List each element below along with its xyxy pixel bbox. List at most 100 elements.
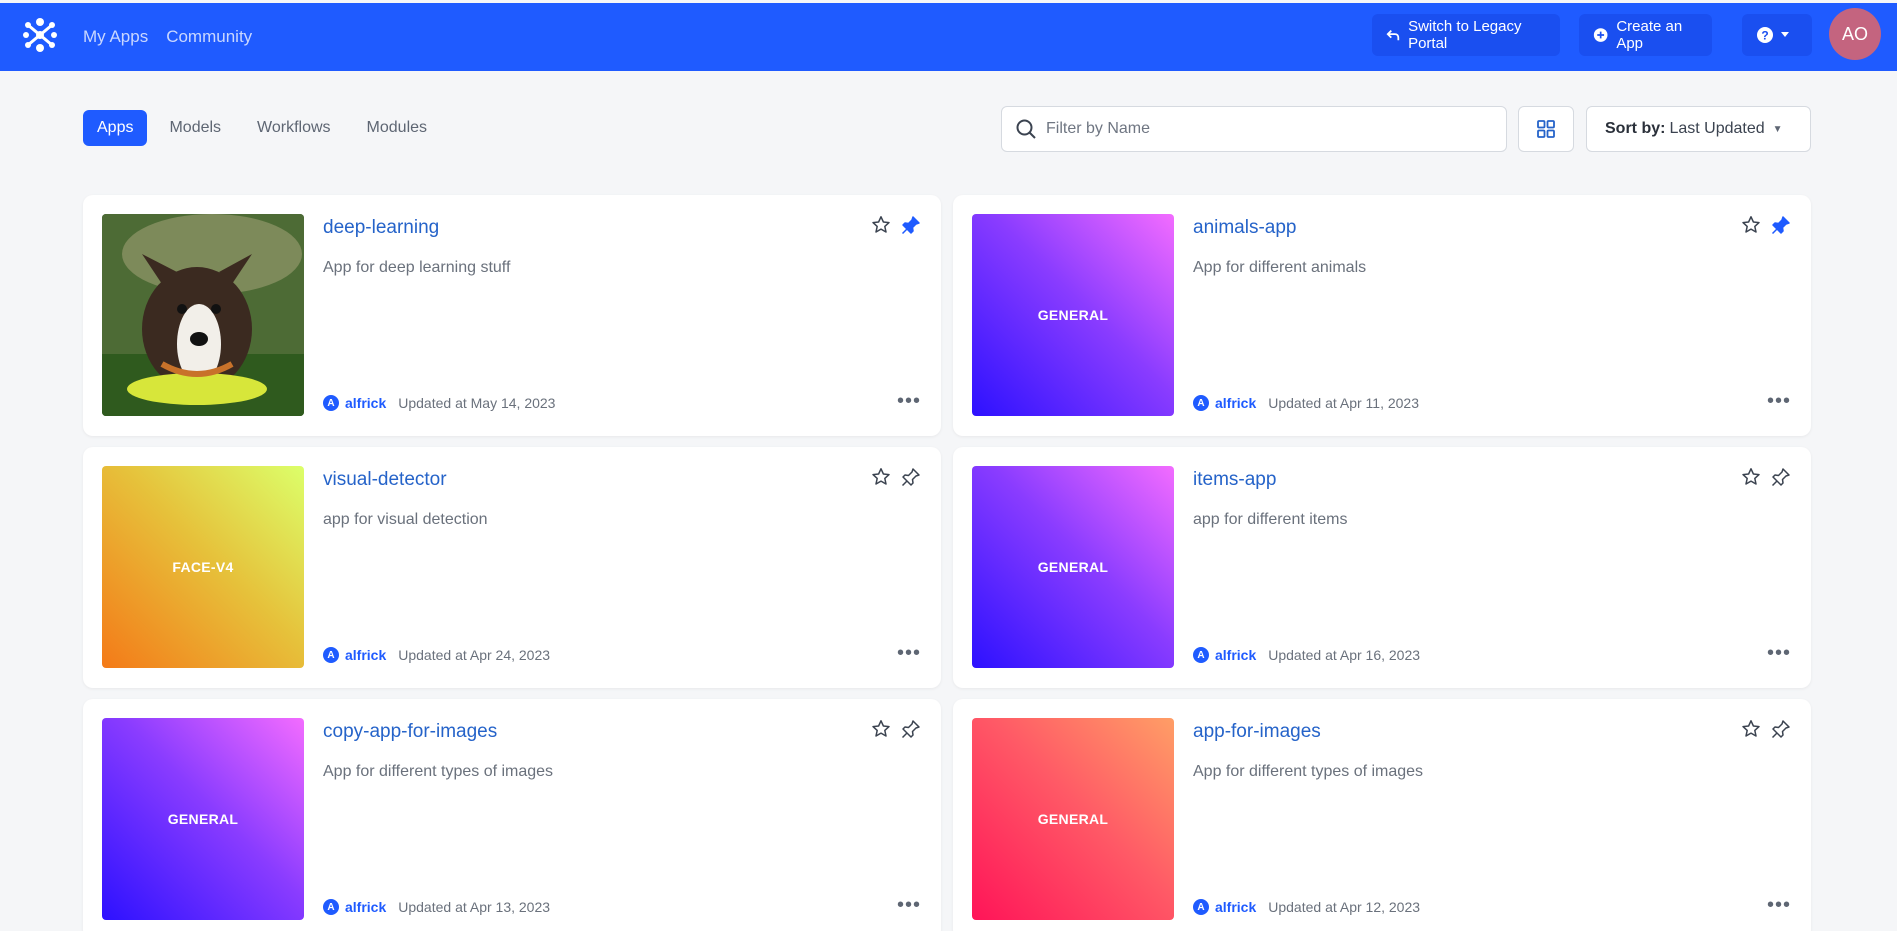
sort-prefix: Sort by: (1605, 120, 1666, 137)
grid-view-icon (1537, 120, 1555, 138)
app-card[interactable]: GENERAL items-app app for different items A… (953, 447, 1811, 688)
svg-text:?: ? (1761, 29, 1768, 43)
top-nav-bar: My Apps Community Switch to Legacy Porta… (0, 3, 1897, 71)
owner-link[interactable]: alfrick (1215, 395, 1256, 411)
thumbnail-label: GENERAL (167, 811, 239, 827)
user-badge-icon: A (323, 395, 339, 411)
app-description: App for deep learning stuff (323, 259, 511, 276)
pin-icon[interactable] (1771, 719, 1791, 739)
user-badge-icon: A (323, 899, 339, 915)
app-description: App for different animals (1193, 259, 1367, 276)
owner-link[interactable]: alfrick (345, 647, 386, 663)
tab-workflows[interactable]: Workflows (243, 110, 345, 146)
owner-link[interactable]: alfrick (345, 899, 386, 915)
updated-date: Updated at Apr 11, 2023 (1268, 395, 1419, 411)
undo-arrow-icon (1386, 29, 1400, 41)
plus-circle-icon (1593, 28, 1608, 42)
app-card[interactable]: GENERAL app-for-images App for different t… (953, 699, 1811, 931)
star-icon[interactable] (871, 215, 891, 235)
nav-community[interactable]: Community (166, 27, 252, 47)
star-icon[interactable] (1741, 215, 1761, 235)
app-meta: Aalfrick Updated at Apr 13, 2023 (323, 899, 550, 915)
question-circle-icon: ? (1757, 27, 1773, 43)
pin-filled-icon[interactable] (1771, 215, 1791, 235)
switch-legacy-label: Switch to Legacy Portal (1408, 18, 1522, 52)
card-actions (871, 215, 921, 235)
more-options-icon[interactable]: ••• (897, 643, 921, 663)
thumbnail-label: GENERAL (1037, 811, 1109, 827)
resource-tabs: Apps Models Workflows Modules (83, 110, 441, 146)
user-badge-icon: A (1193, 647, 1209, 663)
updated-date: Updated at Apr 12, 2023 (1268, 899, 1421, 915)
nav-my-apps[interactable]: My Apps (83, 27, 148, 47)
more-options-icon[interactable]: ••• (1767, 391, 1791, 411)
owner-link[interactable]: alfrick (345, 395, 386, 411)
app-title-link[interactable]: items-app (1193, 469, 1276, 491)
star-icon[interactable] (871, 467, 891, 487)
pin-icon[interactable] (901, 719, 921, 739)
app-card[interactable]: deep-learning App for deep learning stuff… (83, 195, 941, 436)
pin-icon[interactable] (901, 467, 921, 487)
caret-down-icon: ▼ (1772, 123, 1783, 135)
create-app-label: Create an App (1616, 18, 1683, 52)
user-badge-icon: A (1193, 395, 1209, 411)
owner-link[interactable]: alfrick (1215, 899, 1256, 915)
more-options-icon[interactable]: ••• (897, 895, 921, 915)
tab-models[interactable]: Models (155, 110, 235, 146)
app-description: App for different types of images (1193, 763, 1424, 780)
star-icon[interactable] (1741, 719, 1761, 739)
search-icon (1016, 119, 1036, 139)
app-meta: Aalfrick Updated at May 14, 2023 (323, 395, 555, 411)
sort-value: Last Updated (1669, 120, 1765, 137)
more-options-icon[interactable]: ••• (1767, 895, 1791, 915)
app-thumbnail[interactable]: GENERAL (972, 214, 1174, 416)
updated-date: Updated at Apr 24, 2023 (398, 647, 551, 663)
switch-legacy-button[interactable]: Switch to Legacy Portal (1372, 14, 1560, 56)
app-title-link[interactable]: deep-learning (323, 217, 439, 239)
app-meta: Aalfrick Updated at Apr 11, 2023 (1193, 395, 1419, 411)
user-badge-icon: A (1193, 899, 1209, 915)
app-title-link[interactable]: app-for-images (1193, 721, 1321, 743)
user-avatar[interactable]: AO (1829, 8, 1881, 60)
tab-modules[interactable]: Modules (353, 110, 441, 146)
app-title-link[interactable]: animals-app (1193, 217, 1297, 239)
help-menu-button[interactable]: ? (1742, 14, 1812, 56)
filter-search-box (1001, 106, 1507, 152)
user-badge-icon: A (323, 647, 339, 663)
app-title-link[interactable]: visual-detector (323, 469, 447, 491)
top-nav-links: My Apps Community (83, 3, 252, 71)
sort-dropdown[interactable]: Sort by: Last Updated ▼ (1586, 106, 1811, 152)
app-thumbnail[interactable]: GENERAL (972, 466, 1174, 668)
tab-apps[interactable]: Apps (83, 110, 148, 146)
more-options-icon[interactable]: ••• (897, 391, 921, 411)
app-title-link[interactable]: copy-app-for-images (323, 721, 497, 743)
more-options-icon[interactable]: ••• (1767, 643, 1791, 663)
app-description: App for different types of images (323, 763, 554, 780)
app-card[interactable]: FACE-V4 visual-detector app for visual det… (83, 447, 941, 688)
card-actions (871, 467, 921, 487)
create-app-button[interactable]: Create an App (1579, 14, 1712, 56)
card-actions (871, 719, 921, 739)
card-actions (1741, 719, 1791, 739)
app-thumbnail[interactable]: GENERAL (102, 718, 304, 920)
app-thumbnail[interactable]: FACE-V4 (102, 466, 304, 668)
pin-filled-icon[interactable] (901, 215, 921, 235)
app-thumbnail[interactable]: GENERAL (972, 718, 1174, 920)
card-actions (1741, 467, 1791, 487)
app-thumbnail[interactable] (102, 214, 304, 416)
filter-by-name-input[interactable] (1046, 120, 1486, 138)
thumbnail-label: GENERAL (1037, 307, 1109, 323)
app-description: app for different items (1193, 511, 1348, 528)
pin-icon[interactable] (1771, 467, 1791, 487)
app-card[interactable]: GENERAL animals-app App for different anim… (953, 195, 1811, 436)
card-actions (1741, 215, 1791, 235)
grid-view-button[interactable] (1518, 106, 1574, 152)
caret-down-icon (1781, 32, 1789, 37)
clarifai-logo-icon[interactable] (20, 15, 60, 55)
owner-link[interactable]: alfrick (1215, 647, 1256, 663)
thumbnail-label: GENERAL (1037, 559, 1109, 575)
star-icon[interactable] (871, 719, 891, 739)
star-icon[interactable] (1741, 467, 1761, 487)
updated-date: Updated at May 14, 2023 (398, 395, 556, 411)
app-card[interactable]: GENERAL copy-app-for-images App for differ… (83, 699, 941, 931)
